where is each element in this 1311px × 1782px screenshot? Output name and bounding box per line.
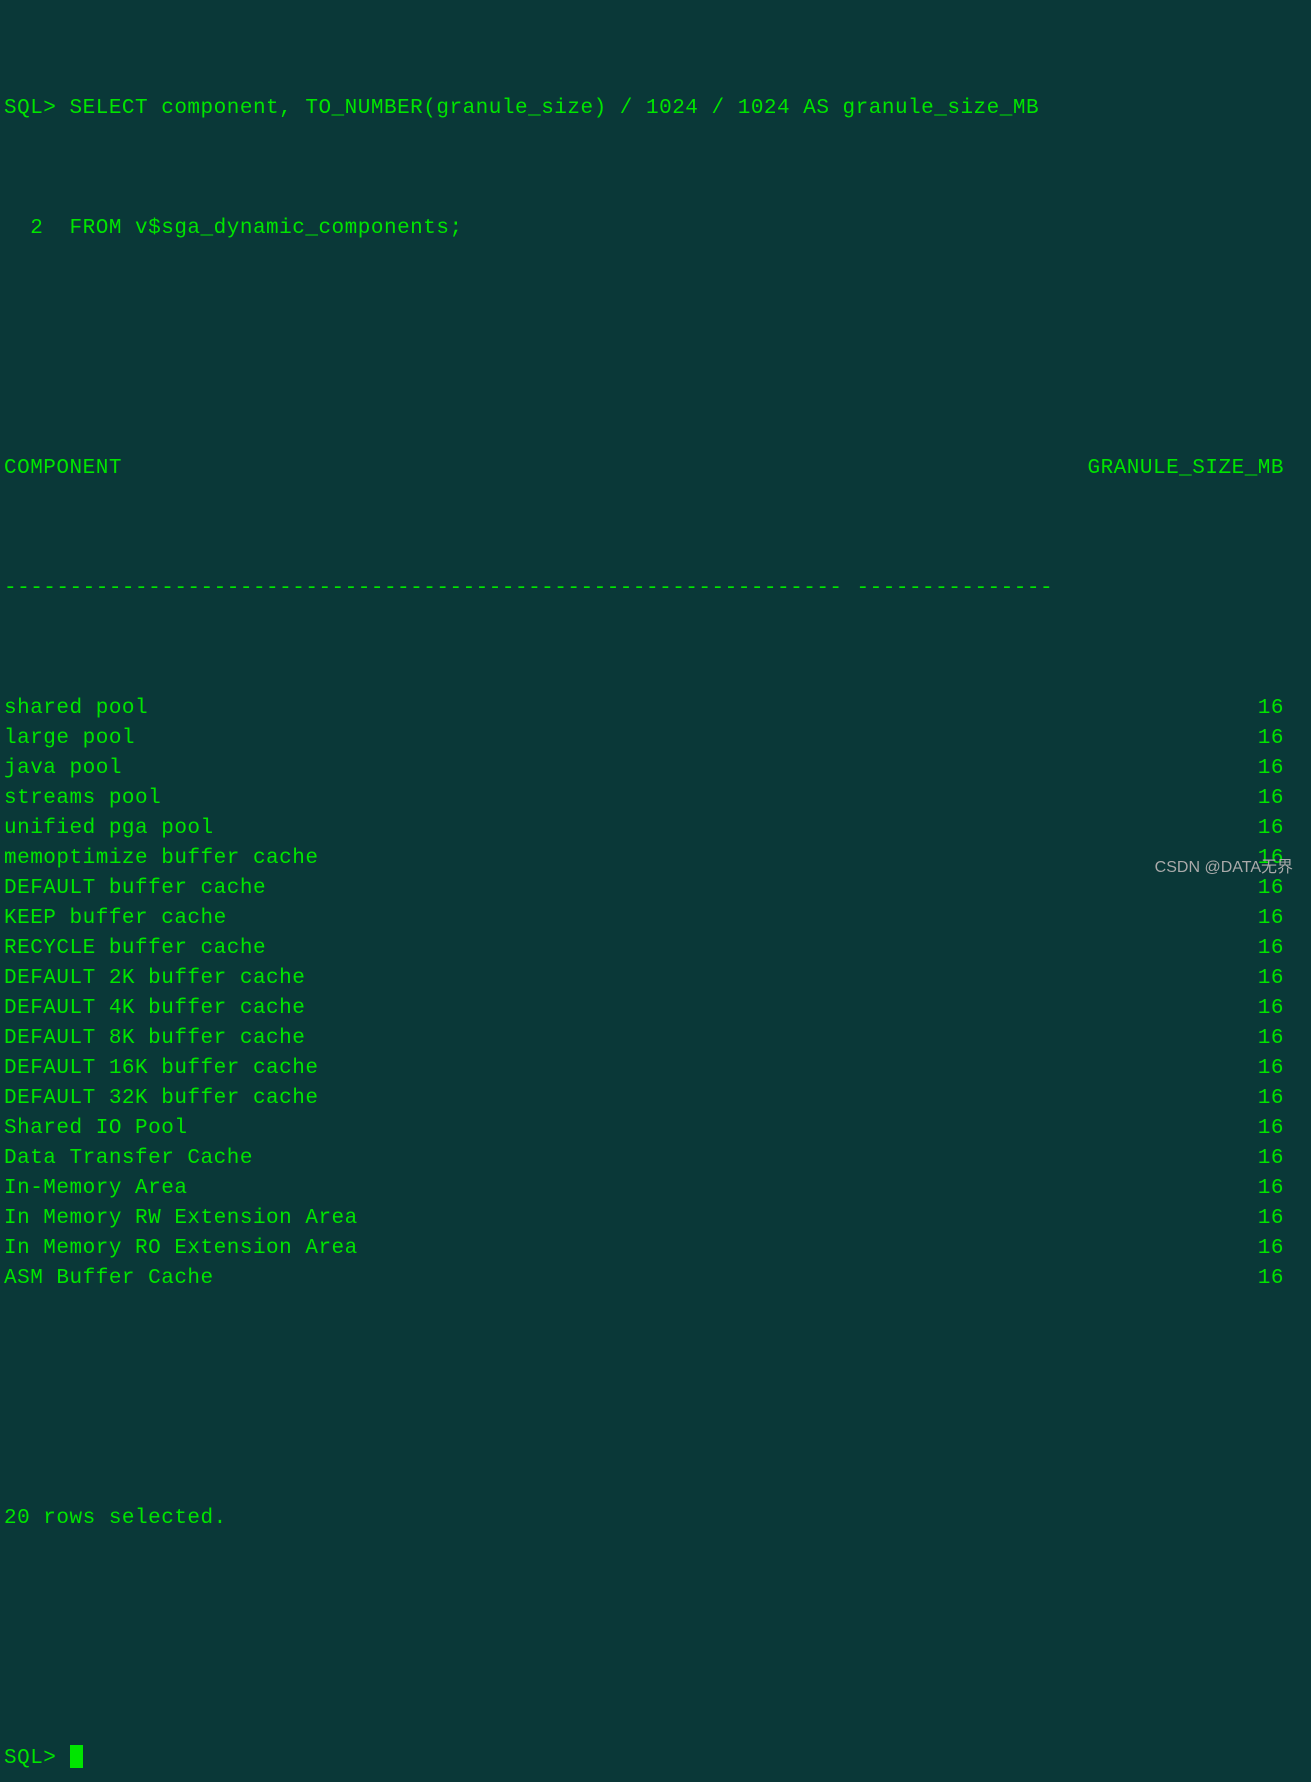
cell-granule-size-mb: 16 bbox=[1059, 724, 1284, 754]
cell-granule-size-mb: 16 bbox=[1059, 814, 1284, 844]
cell-component: In-Memory Area bbox=[4, 1174, 1059, 1204]
sql-line-number: 2 bbox=[4, 217, 70, 240]
cell-component: shared pool bbox=[4, 694, 1059, 724]
cell-component: DEFAULT 8K buffer cache bbox=[4, 1024, 1059, 1054]
table-row: java pool16 bbox=[4, 754, 1307, 784]
cell-granule-size-mb: 16 bbox=[1059, 1204, 1284, 1234]
cell-granule-size-mb: 16 bbox=[1059, 694, 1284, 724]
cell-granule-size-mb: 16 bbox=[1059, 1114, 1284, 1144]
table-row: RECYCLE buffer cache16 bbox=[4, 934, 1307, 964]
sql-prompt-line: SQL> bbox=[4, 1744, 1307, 1774]
cell-granule-size-mb: 16 bbox=[1059, 1054, 1284, 1084]
table-row: memoptimize buffer cache16 bbox=[4, 844, 1307, 874]
table-row: DEFAULT 4K buffer cache16 bbox=[4, 994, 1307, 1024]
sql-query-line-1: SQL> SELECT component, TO_NUMBER(granule… bbox=[4, 94, 1307, 124]
table-row: DEFAULT 16K buffer cache16 bbox=[4, 1054, 1307, 1084]
cell-granule-size-mb: 16 bbox=[1059, 1174, 1284, 1204]
separator-row: ----------------------------------------… bbox=[4, 574, 1307, 604]
table-row: Data Transfer Cache16 bbox=[4, 1144, 1307, 1174]
table-row: KEEP buffer cache16 bbox=[4, 904, 1307, 934]
table-row: DEFAULT 2K buffer cache16 bbox=[4, 964, 1307, 994]
table-row: shared pool16 bbox=[4, 694, 1307, 724]
cell-granule-size-mb: 16 bbox=[1059, 964, 1284, 994]
cell-component: Data Transfer Cache bbox=[4, 1144, 1059, 1174]
cursor-icon bbox=[70, 1745, 83, 1768]
table-row: Shared IO Pool16 bbox=[4, 1114, 1307, 1144]
sql-prompt[interactable]: SQL> bbox=[4, 1747, 70, 1770]
table-row: large pool16 bbox=[4, 724, 1307, 754]
sql-query-line-2: 2 FROM v$sga_dynamic_components; bbox=[4, 214, 1307, 244]
sql-text-line-1: SELECT component, TO_NUMBER(granule_size… bbox=[70, 97, 1040, 120]
cell-component: KEEP buffer cache bbox=[4, 904, 1059, 934]
sql-text-line-2: FROM v$sga_dynamic_components; bbox=[70, 217, 463, 240]
cell-component: ASM Buffer Cache bbox=[4, 1264, 1059, 1294]
cell-component: In Memory RW Extension Area bbox=[4, 1204, 1059, 1234]
cell-component: DEFAULT 2K buffer cache bbox=[4, 964, 1059, 994]
cell-component: java pool bbox=[4, 754, 1059, 784]
separator-component: ----------------------------------------… bbox=[4, 574, 843, 604]
table-row: In-Memory Area16 bbox=[4, 1174, 1307, 1204]
cell-granule-size-mb: 16 bbox=[1059, 754, 1284, 784]
cell-granule-size-mb: 16 bbox=[1059, 1234, 1284, 1264]
rows-selected: 20 rows selected. bbox=[4, 1504, 1307, 1534]
cell-component: RECYCLE buffer cache bbox=[4, 934, 1059, 964]
cell-granule-size-mb: 16 bbox=[1059, 1264, 1284, 1294]
column-headers: COMPONENT GRANULE_SIZE_MB bbox=[4, 454, 1307, 484]
table-row: unified pga pool16 bbox=[4, 814, 1307, 844]
cell-component: large pool bbox=[4, 724, 1059, 754]
cell-granule-size-mb: 16 bbox=[1059, 1024, 1284, 1054]
table-row: DEFAULT buffer cache16 bbox=[4, 874, 1307, 904]
table-row: DEFAULT 8K buffer cache16 bbox=[4, 1024, 1307, 1054]
cell-component: DEFAULT 32K buffer cache bbox=[4, 1084, 1059, 1114]
blank-line bbox=[4, 1384, 1307, 1414]
cell-component: memoptimize buffer cache bbox=[4, 844, 1059, 874]
cell-granule-size-mb: 16 bbox=[1059, 1144, 1284, 1174]
cell-component: In Memory RO Extension Area bbox=[4, 1234, 1059, 1264]
cell-component: Shared IO Pool bbox=[4, 1114, 1059, 1144]
terminal-output[interactable]: SQL> SELECT component, TO_NUMBER(granule… bbox=[4, 4, 1307, 1782]
blank-line bbox=[4, 334, 1307, 364]
table-row: In Memory RO Extension Area16 bbox=[4, 1234, 1307, 1264]
table-row: DEFAULT 32K buffer cache16 bbox=[4, 1084, 1307, 1114]
cell-component: DEFAULT buffer cache bbox=[4, 874, 1059, 904]
cell-granule-size-mb: 16 bbox=[1059, 1084, 1284, 1114]
cell-component: unified pga pool bbox=[4, 814, 1059, 844]
header-component: COMPONENT bbox=[4, 454, 1044, 484]
cell-granule-size-mb: 16 bbox=[1059, 994, 1284, 1024]
table-row: ASM Buffer Cache16 bbox=[4, 1264, 1307, 1294]
cell-granule-size-mb: 16 bbox=[1059, 934, 1284, 964]
table-row: In Memory RW Extension Area16 bbox=[4, 1204, 1307, 1234]
cell-component: DEFAULT 16K buffer cache bbox=[4, 1054, 1059, 1084]
header-granule-size-mb: GRANULE_SIZE_MB bbox=[1044, 454, 1284, 484]
cell-component: streams pool bbox=[4, 784, 1059, 814]
separator-size: --------------- bbox=[857, 574, 1054, 604]
cell-granule-size-mb: 16 bbox=[1059, 904, 1284, 934]
results-table: shared pool16large pool16java pool16stre… bbox=[4, 694, 1307, 1294]
cell-granule-size-mb: 16 bbox=[1059, 784, 1284, 814]
cell-component: DEFAULT 4K buffer cache bbox=[4, 994, 1059, 1024]
blank-line bbox=[4, 1624, 1307, 1654]
sql-prompt: SQL> bbox=[4, 97, 70, 120]
watermark: CSDN @DATA无界 bbox=[1155, 853, 1293, 883]
table-row: streams pool16 bbox=[4, 784, 1307, 814]
